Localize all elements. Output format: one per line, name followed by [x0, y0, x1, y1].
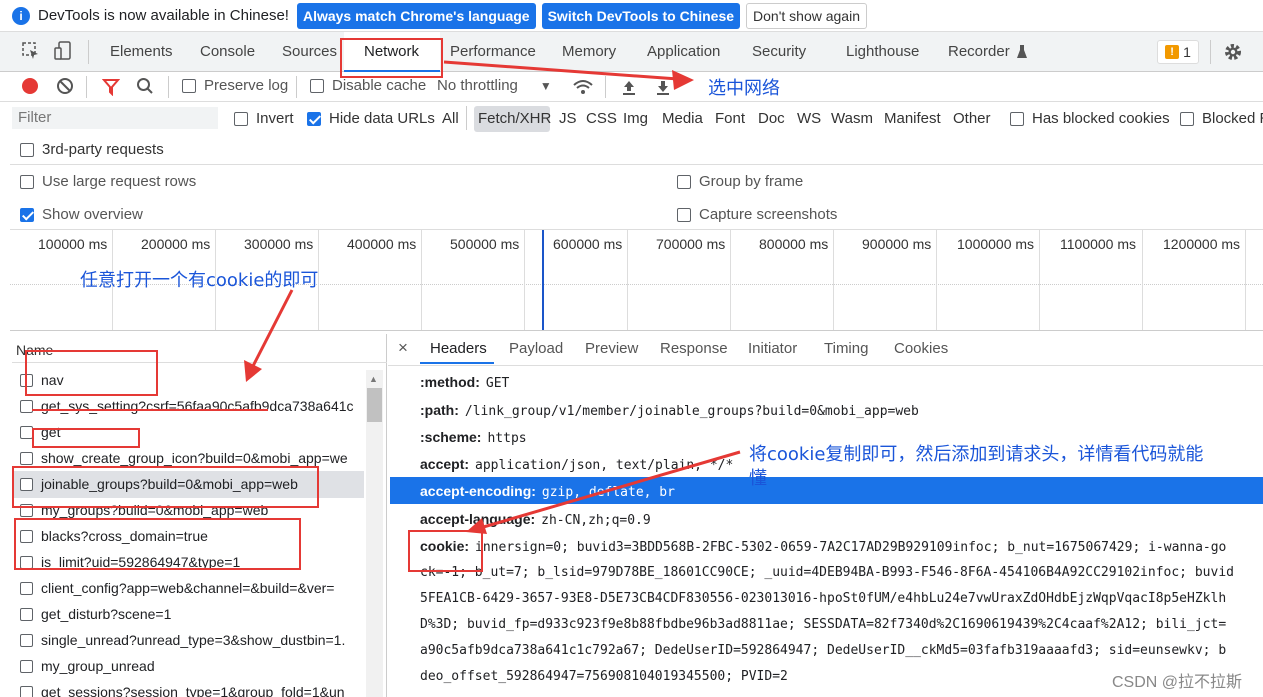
annotation-copy-cookie-cont: 懂: [749, 468, 767, 489]
annotation-copy-cookie: 将cookie复制即可，然后添加到请求头，详情看代码就能: [749, 444, 1204, 465]
annotation-select-network: 选中网络: [708, 78, 780, 99]
annotation-open-cookie: 任意打开一个有cookie的即可: [80, 270, 319, 291]
annotation-arrows: [244, 60, 741, 534]
watermark: CSDN @拉不拉斯: [1112, 674, 1243, 691]
